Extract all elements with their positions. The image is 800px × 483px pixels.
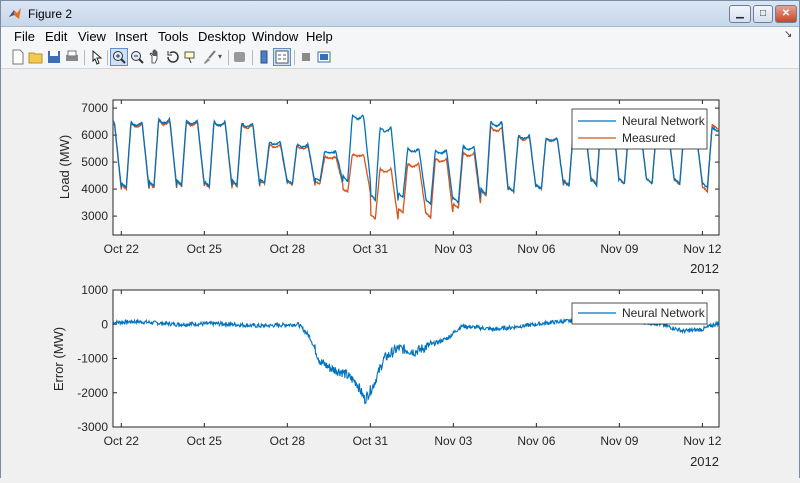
x-tick-label: Nov 06	[517, 434, 555, 448]
error-y-axis-label: Error (MW)	[51, 327, 66, 391]
toolbar-separator	[107, 50, 108, 65]
show-plot-tools-icon[interactable]	[316, 49, 332, 65]
figure-canvas: 3000 4000 5000 6000 7000 Oct 22 Oct 25 Oct 28 O…	[1, 70, 799, 478]
plot-area: 3000 4000 5000 6000 7000 Oct 22 Oct 25 Oct 28 O…	[51, 99, 722, 469]
x-tick-label: Nov 03	[434, 434, 472, 448]
figure-window: Figure 2 ▁ □ ✕ File Edit View Insert Too…	[0, 0, 800, 478]
x-tick-label: Nov 09	[600, 242, 638, 256]
load-axes[interactable]: 3000 4000 5000 6000 7000 Oct 22 Oct 25 Oct 28 O…	[57, 99, 722, 276]
x-tick-label: Oct 25	[187, 434, 223, 448]
dock-arrow-icon[interactable]: ↘	[784, 29, 792, 40]
minimize-button[interactable]: ▁	[729, 5, 751, 23]
y-tick-label: 5000	[81, 155, 108, 169]
menu-file[interactable]: File	[14, 29, 35, 44]
colorbar-icon[interactable]	[256, 49, 272, 65]
y-tick-label: 0	[101, 317, 108, 331]
y-tick-label: 6000	[81, 128, 108, 142]
minimize-icon: ▁	[736, 8, 744, 19]
y-tick-label: 7000	[81, 101, 108, 115]
brush-dropdown-icon[interactable]: ▾	[218, 52, 222, 61]
y-tick-label: 4000	[81, 182, 108, 196]
x-tick-label: Oct 25	[187, 242, 223, 256]
legend-label-neural-network: Neural Network	[622, 306, 706, 320]
hide-plot-tools-icon[interactable]	[298, 49, 314, 65]
brush-icon[interactable]	[201, 49, 217, 65]
load-year-label: 2012	[690, 261, 719, 276]
x-tick-label: Oct 22	[104, 434, 140, 448]
menu-desktop[interactable]: Desktop	[198, 29, 246, 44]
zoom-out-icon[interactable]	[129, 49, 145, 65]
x-tick-label: Nov 09	[600, 434, 638, 448]
new-figure-icon[interactable]	[10, 49, 26, 65]
x-tick-label: Nov 12	[683, 434, 721, 448]
y-tick-label: 3000	[81, 209, 108, 223]
error-axes[interactable]: -3000 -2000 -1000 0 1000 Oct 22 Oct 25 Oct 28 O…	[51, 283, 722, 469]
menu-help[interactable]: Help	[306, 29, 333, 44]
menu-bar: File Edit View Insert Tools Desktop Wind…	[1, 27, 799, 47]
y-tick-label: -2000	[77, 386, 108, 400]
x-tick-label: Oct 28	[270, 242, 306, 256]
maximize-icon: □	[759, 8, 767, 19]
toolbar-separator	[228, 50, 229, 65]
pointer-icon[interactable]	[89, 49, 105, 65]
print-icon[interactable]	[64, 49, 80, 65]
rotate-3d-icon[interactable]	[165, 49, 181, 65]
open-file-icon[interactable]	[28, 49, 44, 65]
error-legend[interactable]: Neural Network	[571, 302, 708, 325]
x-tick-label: Oct 22	[104, 242, 140, 256]
zoom-in-icon[interactable]	[110, 48, 128, 66]
title-bar: Figure 2 ▁ □ ✕	[1, 1, 799, 27]
toolbar-separator	[294, 50, 295, 65]
load-y-axis-label: Load (MW)	[57, 135, 72, 199]
menu-view[interactable]: View	[78, 29, 106, 44]
close-icon: ✕	[781, 8, 791, 19]
x-tick-label: Nov 03	[434, 242, 472, 256]
close-button[interactable]: ✕	[775, 5, 797, 23]
pan-icon[interactable]	[147, 49, 163, 65]
x-tick-label: Oct 28	[270, 434, 306, 448]
menu-edit[interactable]: Edit	[45, 29, 67, 44]
menu-window[interactable]: Window	[252, 29, 298, 44]
legend-icon[interactable]	[273, 48, 291, 66]
legend-label-neural-network: Neural Network	[622, 114, 706, 128]
data-cursor-icon[interactable]	[183, 49, 199, 65]
y-tick-label: -1000	[77, 352, 108, 366]
x-tick-label: Nov 06	[517, 242, 555, 256]
figure-toolbar: ▾	[1, 47, 799, 69]
save-icon[interactable]	[46, 49, 62, 65]
maximize-button[interactable]: □	[753, 5, 773, 23]
window-title: Figure 2	[28, 7, 73, 21]
toolbar-separator	[252, 50, 253, 65]
menu-tools[interactable]: Tools	[158, 29, 188, 44]
matlab-logo-icon	[9, 8, 21, 19]
x-tick-label: Oct 31	[353, 242, 389, 256]
menu-insert[interactable]: Insert	[115, 29, 148, 44]
toolbar-separator	[84, 50, 85, 65]
x-tick-label: Nov 12	[683, 242, 721, 256]
error-year-label: 2012	[690, 454, 719, 469]
load-legend[interactable]: Neural Network Measured	[571, 108, 708, 150]
y-tick-label: 1000	[81, 283, 108, 297]
x-tick-label: Oct 31	[353, 434, 389, 448]
legend-label-measured: Measured	[622, 131, 675, 145]
link-plot-icon[interactable]	[232, 49, 248, 65]
y-tick-label: -3000	[77, 420, 108, 434]
